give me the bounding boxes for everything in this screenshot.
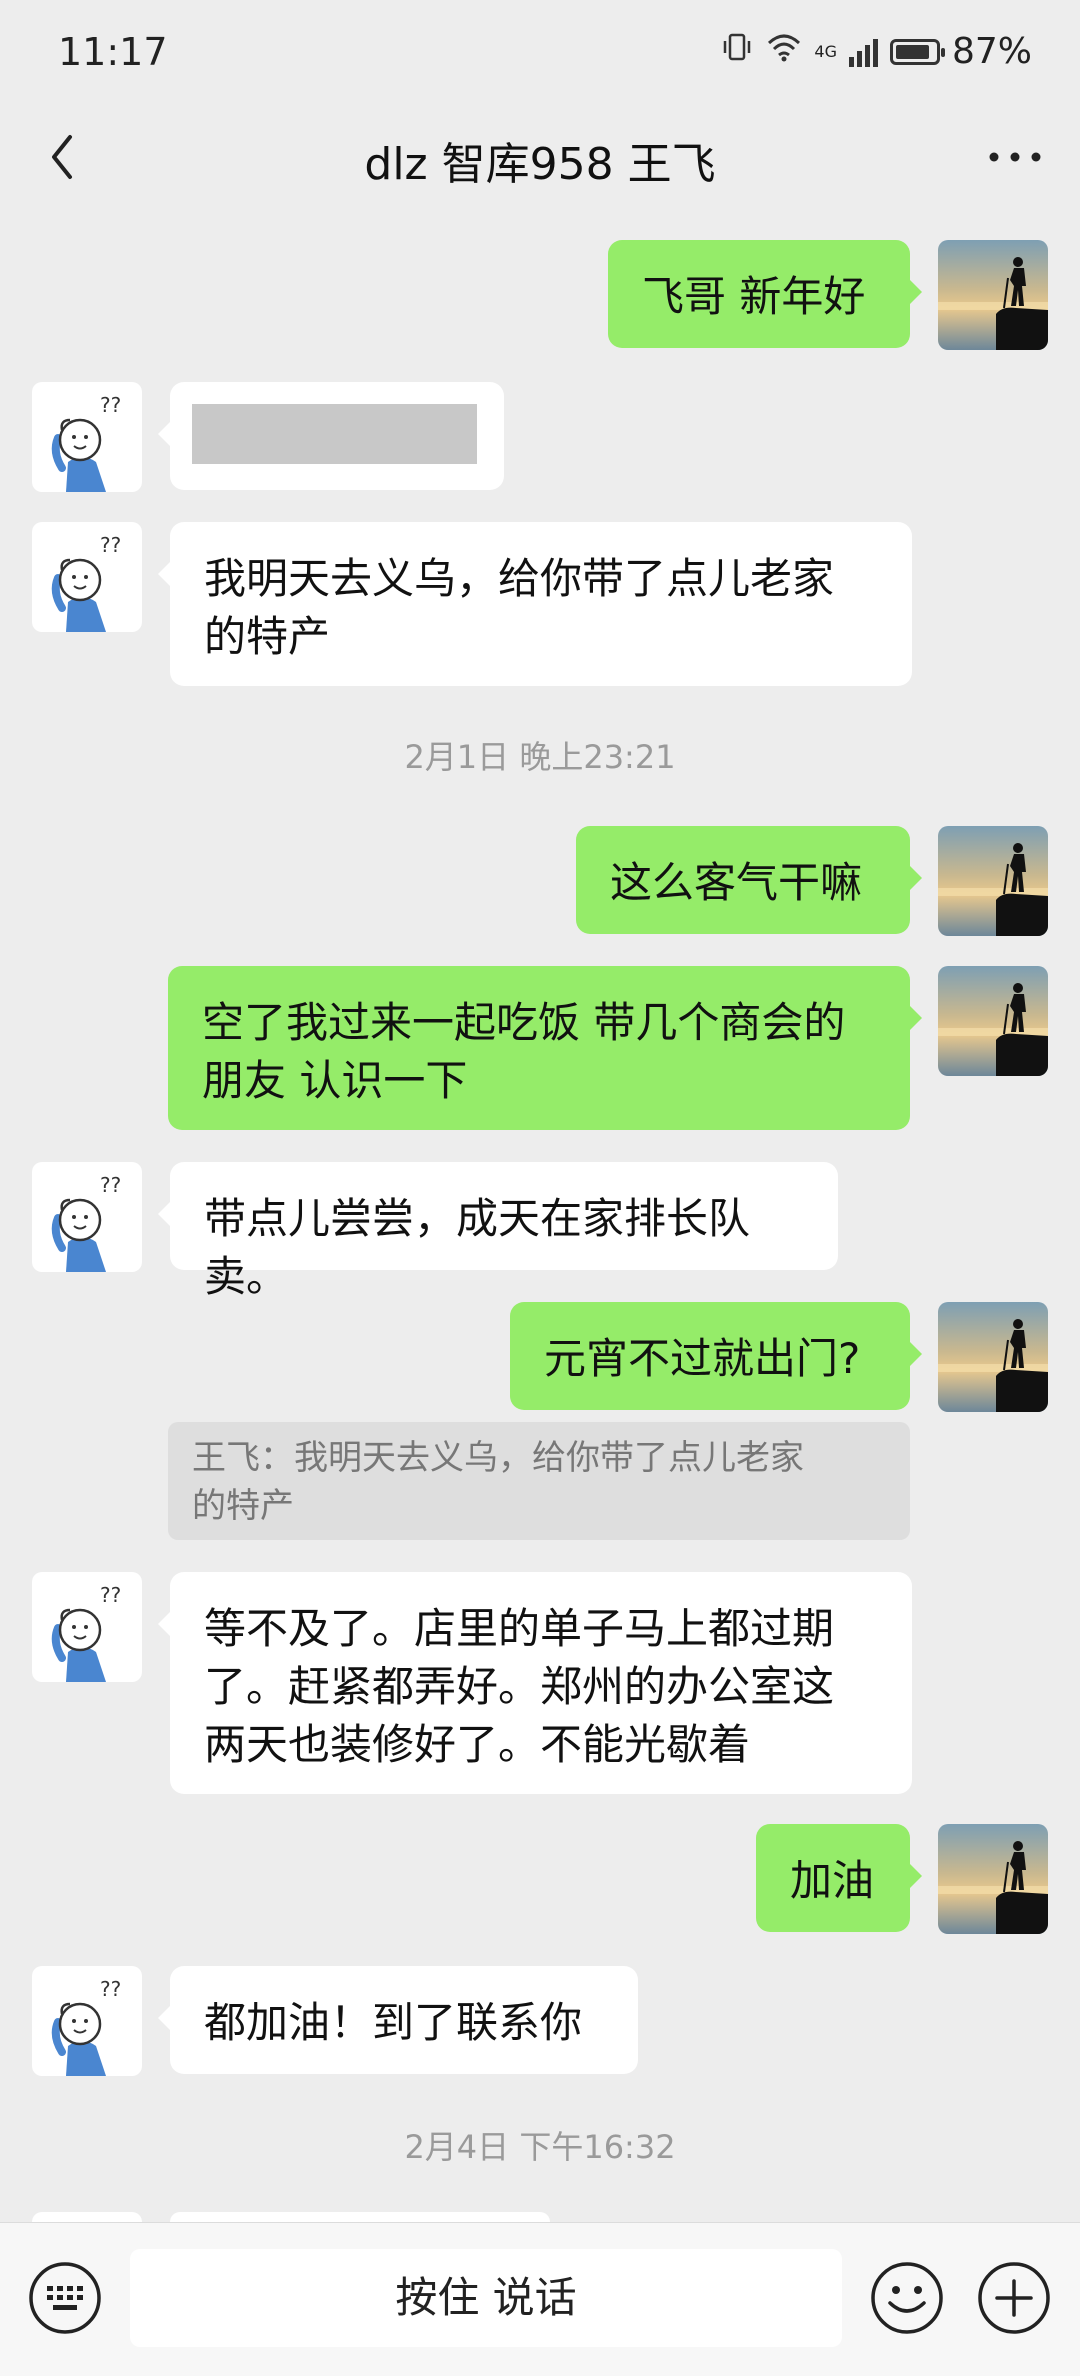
quote-line: 的特产 <box>192 1486 294 1526</box>
contact-avatar-partial <box>32 2212 142 2222</box>
message-bubble-outgoing[interactable]: 这么客气干嘛 <box>576 826 922 934</box>
message-bubble-incoming[interactable]: 我明天去义乌，给你带了点儿老家 的特产 <box>158 522 912 686</box>
keyboard-icon <box>29 2262 101 2334</box>
message-bubble-outgoing[interactable]: 飞哥 新年好 <box>608 240 922 348</box>
more-button[interactable] <box>980 122 1050 192</box>
message-text: 元宵不过就出门? <box>544 1334 861 1383</box>
redacted-block <box>192 404 477 464</box>
message-bubble-incoming[interactable]: 带点儿尝尝，成天在家排长队卖。 <box>158 1162 838 1301</box>
message-text: 带点儿尝尝，成天在家排长队卖。 <box>204 1194 751 1301</box>
my-avatar[interactable] <box>938 1824 1048 1934</box>
status-bar: 11:17 4G 87% <box>0 0 1080 110</box>
contact-avatar[interactable] <box>32 382 142 492</box>
keyboard-toggle-button[interactable] <box>26 2259 104 2337</box>
message-bubble-incoming[interactable] <box>158 382 504 490</box>
contact-avatar[interactable] <box>32 1572 142 1682</box>
message-bubble-outgoing[interactable]: 加油 <box>756 1824 922 1932</box>
contact-avatar[interactable] <box>32 1162 142 1272</box>
message-line: 两天也装修好了。不能光歇着 <box>204 1720 751 1769</box>
quoted-reply[interactable]: 王飞：我明天去义乌，给你带了点儿老家 的特产 <box>168 1422 910 1540</box>
message-bubble-partial <box>170 2212 550 2222</box>
input-bar: 按住 说话 <box>0 2222 1080 2376</box>
quote-line: 王飞：我明天去义乌，给你带了点儿老家 <box>192 1438 804 1478</box>
timestamp: 2月1日 晚上23:21 <box>404 738 676 776</box>
emoji-button[interactable] <box>868 2259 946 2337</box>
my-avatar[interactable] <box>938 1302 1048 1412</box>
message-line: 的特产 <box>204 612 331 661</box>
wifi-icon <box>766 31 802 72</box>
battery-level <box>895 44 929 59</box>
message-line: 朋友 认识一下 <box>202 1056 468 1105</box>
more-actions-button[interactable] <box>975 2259 1053 2337</box>
my-avatar[interactable] <box>938 966 1048 1076</box>
my-avatar[interactable] <box>938 240 1048 350</box>
my-avatar[interactable] <box>938 826 1048 936</box>
status-icons: 4G 87% <box>720 30 1032 73</box>
message-line: 等不及了。店里的单子马上都过期 <box>204 1604 835 1653</box>
battery-percent: 87% <box>951 31 1032 72</box>
message-line: 了。赶紧都弄好。郑州的办公室这 <box>204 1662 835 1711</box>
emoji-icon <box>871 2262 943 2334</box>
hold-to-talk-button[interactable]: 按住 说话 <box>130 2249 842 2347</box>
message-bubble-incoming[interactable]: 等不及了。店里的单子马上都过期 了。赶紧都弄好。郑州的办公室这 两天也装修好了。… <box>158 1572 912 1794</box>
battery-icon <box>889 38 945 65</box>
chat-title: dlz 智库958 王飞 <box>364 139 716 190</box>
more-icon <box>989 152 1041 162</box>
contact-avatar[interactable] <box>32 522 142 632</box>
message-text: 加油 <box>790 1856 875 1905</box>
message-bubble-incoming[interactable]: 都加油！到了联系你 <box>158 1966 638 2074</box>
network-type: 4G <box>814 42 837 61</box>
message-text: 都加油！到了联系你 <box>204 1998 583 2047</box>
contact-avatar[interactable] <box>32 1966 142 2076</box>
message-line: 我明天去义乌，给你带了点儿老家 <box>204 554 835 603</box>
message-bubble-outgoing[interactable]: 空了我过来一起吃饭 带几个商会的 朋友 认识一下 <box>168 966 922 1130</box>
vibrate-icon <box>720 30 754 73</box>
timestamp: 2月4日 下午16:32 <box>404 2128 676 2166</box>
chat-header: dlz 智库958 王飞 <box>0 110 1080 202</box>
message-line: 空了我过来一起吃饭 带几个商会的 <box>202 998 846 1047</box>
message-bubble-outgoing[interactable]: 元宵不过就出门? <box>510 1302 922 1410</box>
plus-icon <box>978 2262 1050 2334</box>
message-text: 这么客气干嘛 <box>610 858 863 907</box>
signal-icon <box>848 37 878 67</box>
status-time: 11:17 <box>58 30 168 74</box>
message-text: 飞哥 新年好 <box>642 272 866 321</box>
